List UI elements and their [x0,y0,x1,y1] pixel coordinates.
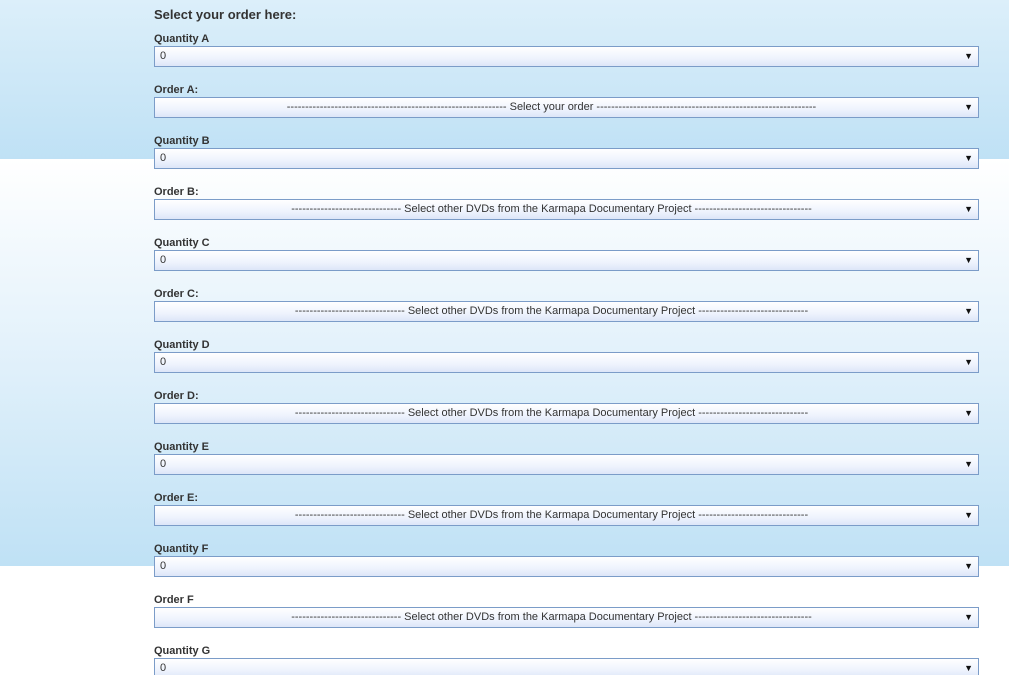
quantity-d-label: Quantity D [154,339,210,351]
quantity-c-field: Quantity C 0 ▼ [154,236,979,287]
order-a-select[interactable]: ----------------------------------------… [154,97,979,118]
order-b-select[interactable]: ------------------------------ Select ot… [154,199,979,220]
order-b-value: ------------------------------ Select ot… [291,203,812,215]
chevron-down-icon: ▼ [964,561,973,571]
order-d-field: Order D: ------------------------------ … [154,389,979,440]
order-f-select[interactable]: ------------------------------ Select ot… [154,607,979,628]
order-d-label: Order D: [154,390,199,402]
order-e-select[interactable]: ------------------------------ Select ot… [154,505,979,526]
order-f-field: Order F ------------------------------ S… [154,593,979,644]
quantity-e-field: Quantity E 0 ▼ [154,440,979,491]
chevron-down-icon: ▼ [964,51,973,61]
order-d-value: ------------------------------ Select ot… [294,407,809,419]
chevron-down-icon: ▼ [964,612,973,622]
quantity-b-field: Quantity B 0 ▼ [154,134,979,185]
chevron-down-icon: ▼ [964,357,973,367]
quantity-g-select[interactable]: 0 ▼ [154,658,979,675]
form-title: Select your order here: [154,7,297,22]
quantity-c-select[interactable]: 0 ▼ [154,250,979,271]
quantity-b-select[interactable]: 0 ▼ [154,148,979,169]
order-c-select[interactable]: ------------------------------ Select ot… [154,301,979,322]
order-a-field: Order A: -------------------------------… [154,83,979,134]
quantity-e-label: Quantity E [154,441,210,453]
order-d-select[interactable]: ------------------------------ Select ot… [154,403,979,424]
order-b-label: Order B: [154,186,199,198]
quantity-a-value: 0 [160,50,167,62]
chevron-down-icon: ▼ [964,510,973,520]
chevron-down-icon: ▼ [964,663,973,673]
quantity-b-label: Quantity B [154,135,210,147]
quantity-g-field: Quantity G 0 ▼ [154,644,979,675]
order-c-value: ------------------------------ Select ot… [294,305,809,317]
quantity-f-select[interactable]: 0 ▼ [154,556,979,577]
quantity-g-label: Quantity G [154,645,211,657]
quantity-g-value: 0 [160,662,167,674]
chevron-down-icon: ▼ [964,102,973,112]
quantity-a-field: Quantity A 0 ▼ [154,32,979,83]
quantity-f-field: Quantity F 0 ▼ [154,542,979,593]
quantity-f-label: Quantity F [154,543,209,555]
chevron-down-icon: ▼ [964,153,973,163]
quantity-a-select[interactable]: 0 ▼ [154,46,979,67]
quantity-e-value: 0 [160,458,167,470]
quantity-f-value: 0 [160,560,167,572]
quantity-c-label: Quantity C [154,237,210,249]
order-e-field: Order E: ------------------------------ … [154,491,979,542]
order-e-label: Order E: [154,492,199,504]
quantity-b-value: 0 [160,152,167,164]
order-form: Select your order here: Quantity A 0 ▼ O… [154,6,979,675]
chevron-down-icon: ▼ [964,255,973,265]
order-c-label: Order C: [154,288,199,300]
quantity-c-value: 0 [160,254,167,266]
order-f-label: Order F [154,594,194,606]
order-e-value: ------------------------------ Select ot… [294,509,809,521]
order-b-field: Order B: ------------------------------ … [154,185,979,236]
quantity-d-field: Quantity D 0 ▼ [154,338,979,389]
chevron-down-icon: ▼ [964,204,973,214]
quantity-d-select[interactable]: 0 ▼ [154,352,979,373]
chevron-down-icon: ▼ [964,306,973,316]
order-a-label: Order A: [154,84,199,96]
order-c-field: Order C: ------------------------------ … [154,287,979,338]
chevron-down-icon: ▼ [964,408,973,418]
chevron-down-icon: ▼ [964,459,973,469]
quantity-a-label: Quantity A [154,33,210,45]
order-a-value: ----------------------------------------… [286,101,817,113]
quantity-d-value: 0 [160,356,167,368]
order-f-value: ------------------------------ Select ot… [291,611,812,623]
quantity-e-select[interactable]: 0 ▼ [154,454,979,475]
